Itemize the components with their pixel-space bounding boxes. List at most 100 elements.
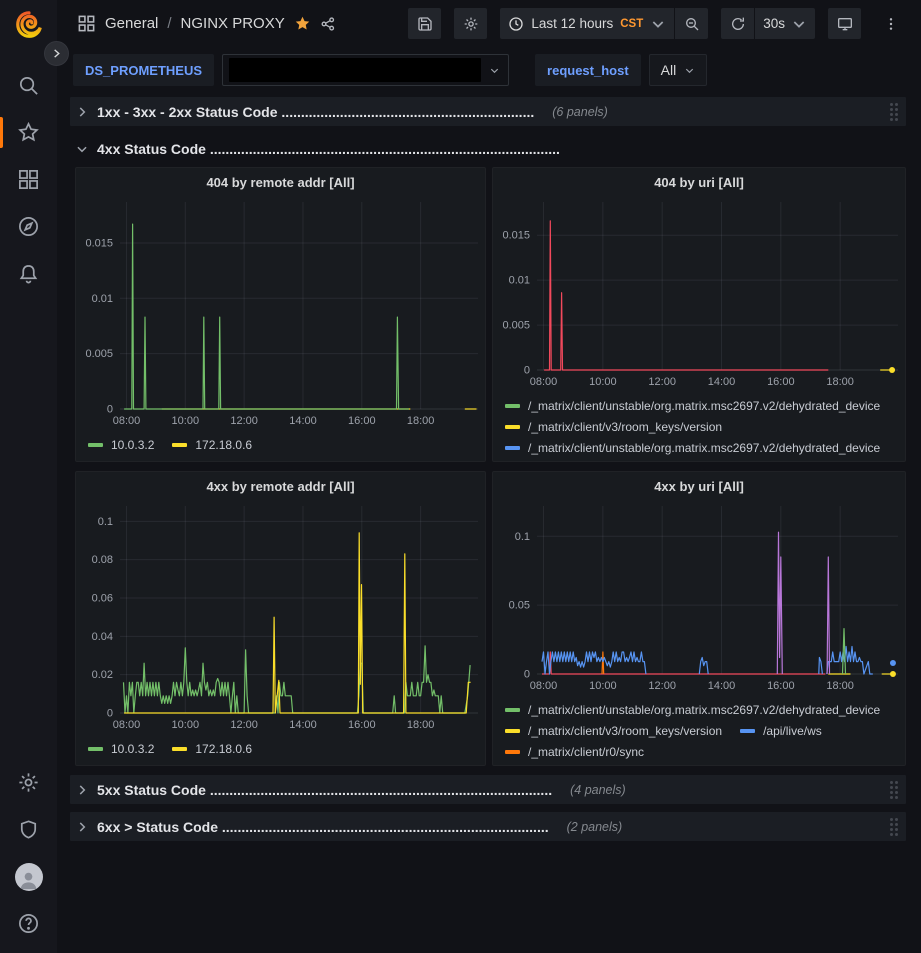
- legend-item[interactable]: /_matrix/client/v3/room_keys/version: [505, 720, 722, 741]
- sidebar-item-user-avatar[interactable]: [0, 853, 57, 900]
- legend-item[interactable]: /_matrix/client/unstable/org.matrix.msc2…: [505, 437, 880, 458]
- refresh-interval-picker[interactable]: 30s: [755, 8, 815, 39]
- timeseries-chart[interactable]: 08:0010:0012:0014:0016:0018:0000.020.040…: [76, 501, 485, 734]
- panel-title[interactable]: 404 by remote addr [All]: [76, 168, 485, 197]
- active-indicator: [0, 117, 3, 148]
- save-dashboard-button[interactable]: [408, 8, 441, 39]
- legend-item[interactable]: /_matrix/client/v3/room_keys/version: [505, 458, 722, 462]
- sidebar-item-alerting-bell[interactable]: [0, 250, 57, 297]
- kebab-menu-button[interactable]: [874, 8, 907, 39]
- row-drag-handle[interactable]: [890, 818, 898, 836]
- breadcrumb: General / NGINX PROXY: [77, 14, 336, 33]
- legend-item[interactable]: /api/live/ws: [740, 720, 822, 741]
- breadcrumb-section[interactable]: General: [105, 15, 158, 32]
- svg-text:08:00: 08:00: [113, 415, 141, 427]
- sidebar-expand-button[interactable]: [44, 41, 69, 66]
- svg-text:0.005: 0.005: [502, 320, 530, 332]
- row-title: 5xx Status Code ........................…: [97, 782, 552, 798]
- grafana-logo[interactable]: [14, 10, 44, 40]
- variables-row: DS_PROMETHEUS request_host All: [57, 47, 921, 93]
- svg-text:0.05: 0.05: [509, 600, 530, 612]
- sidebar-item-search[interactable]: [0, 62, 57, 109]
- panel-title[interactable]: 4xx by remote addr [All]: [76, 472, 485, 501]
- legend-swatch: [505, 404, 520, 408]
- legend-item[interactable]: /_matrix/client/r0/sync: [505, 741, 644, 762]
- svg-text:16:00: 16:00: [767, 376, 795, 388]
- svg-text:08:00: 08:00: [530, 376, 558, 388]
- panel-legend: 10.0.3.2 172.18.0.6: [76, 430, 485, 455]
- panel-title[interactable]: 4xx by uri [All]: [493, 472, 905, 501]
- row-1xx-3xx-2xx[interactable]: 1xx - 3xx - 2xx Status Code ............…: [70, 97, 906, 126]
- chevron-right-icon: [75, 783, 89, 797]
- timeseries-chart[interactable]: 08:0010:0012:0014:0016:0018:0000.050.1: [493, 501, 905, 695]
- legend-item[interactable]: /sw.js: [740, 458, 792, 462]
- help-icon: [17, 912, 40, 935]
- row-title: 6xx > Status Code ......................…: [97, 819, 549, 835]
- time-range-picker[interactable]: Last 12 hours CST: [500, 8, 674, 39]
- svg-text:18:00: 18:00: [826, 680, 854, 692]
- refresh-interval-value: 30s: [763, 16, 785, 31]
- legend-item[interactable]: 10.0.3.2: [88, 434, 154, 455]
- zoom-out-time-button[interactable]: [675, 8, 708, 39]
- svg-text:12:00: 12:00: [648, 376, 676, 388]
- row-5xx[interactable]: 5xx Status Code ........................…: [70, 775, 906, 804]
- svg-text:0.01: 0.01: [509, 275, 530, 287]
- shield-icon: [17, 818, 40, 841]
- dashboard-body: 1xx - 3xx - 2xx Status Code ............…: [57, 93, 921, 841]
- row-6xx[interactable]: 6xx > Status Code ......................…: [70, 812, 906, 841]
- sidebar-item-help[interactable]: [0, 900, 57, 947]
- panel-legend: /_matrix/client/unstable/org.matrix.msc2…: [493, 391, 905, 462]
- dashboard-toolbar: General / NGINX PROXY: [57, 0, 921, 47]
- svg-text:08:00: 08:00: [530, 680, 558, 692]
- legend-item[interactable]: /_matrix/client/v3/room_keys/version: [505, 416, 722, 437]
- row-panel-count: (6 panels): [552, 105, 608, 119]
- dashboard-settings-button[interactable]: [454, 8, 487, 39]
- sidebar-bottom: [0, 759, 57, 953]
- panel-404-by-uri: 404 by uri [All] 08:0010:0012:0014:0016:…: [492, 167, 906, 462]
- sidebar-nav: [0, 62, 57, 297]
- favorite-star-icon[interactable]: [294, 15, 311, 32]
- svg-text:18:00: 18:00: [407, 719, 435, 731]
- legend-label: /_matrix/client/v3/room_keys/version: [528, 462, 722, 463]
- explore-compass-icon: [17, 215, 40, 238]
- tv-mode-button[interactable]: [828, 8, 861, 39]
- sidebar-item-dashboards-grid[interactable]: [0, 156, 57, 203]
- panel-title[interactable]: 404 by uri [All]: [493, 168, 905, 197]
- timeseries-chart[interactable]: 08:0010:0012:0014:0016:0018:0000.0050.01…: [76, 197, 485, 430]
- sidebar-item-explore-compass[interactable]: [0, 203, 57, 250]
- legend-item[interactable]: 10.0.3.2: [88, 738, 154, 759]
- sidebar-item-star[interactable]: [0, 109, 57, 156]
- legend-item[interactable]: 172.18.0.6: [172, 434, 252, 455]
- svg-text:16:00: 16:00: [348, 415, 376, 427]
- row-panel-count: (4 panels): [570, 783, 626, 797]
- legend-item[interactable]: /_matrix/client/unstable/org.matrix.msc2…: [505, 762, 880, 766]
- row-drag-handle[interactable]: [890, 103, 898, 121]
- legend-swatch: [172, 747, 187, 751]
- sidebar-item-shield[interactable]: [0, 806, 57, 853]
- svg-text:0: 0: [524, 669, 530, 681]
- legend-swatch: [740, 729, 755, 733]
- timeseries-chart[interactable]: 08:0010:0012:0014:0016:0018:0000.0050.01…: [493, 197, 905, 391]
- svg-text:0: 0: [524, 365, 530, 377]
- datasource-select[interactable]: [222, 54, 509, 86]
- legend-item[interactable]: /_matrix/client/unstable/org.matrix.msc2…: [505, 395, 880, 416]
- breadcrumb-title[interactable]: NGINX PROXY: [181, 15, 285, 32]
- share-icon[interactable]: [320, 16, 336, 32]
- request-host-select[interactable]: All: [649, 54, 708, 86]
- svg-text:10:00: 10:00: [172, 415, 200, 427]
- chevron-down-icon: [489, 65, 500, 76]
- refresh-button[interactable]: [721, 8, 754, 39]
- row-4xx[interactable]: 4xx Status Code ........................…: [70, 134, 906, 163]
- row-drag-handle[interactable]: [890, 781, 898, 799]
- datasource-value-redacted: [229, 58, 481, 82]
- sidebar-item-gear[interactable]: [0, 759, 57, 806]
- svg-text:16:00: 16:00: [348, 719, 376, 731]
- svg-text:10:00: 10:00: [589, 376, 617, 388]
- legend-swatch: [88, 443, 103, 447]
- dashboards-grid-icon: [77, 14, 96, 33]
- sidebar: [0, 0, 57, 953]
- request-host-label: request_host: [535, 54, 641, 86]
- save-icon: [417, 16, 433, 32]
- legend-item[interactable]: /_matrix/client/unstable/org.matrix.msc2…: [505, 699, 880, 720]
- legend-item[interactable]: 172.18.0.6: [172, 738, 252, 759]
